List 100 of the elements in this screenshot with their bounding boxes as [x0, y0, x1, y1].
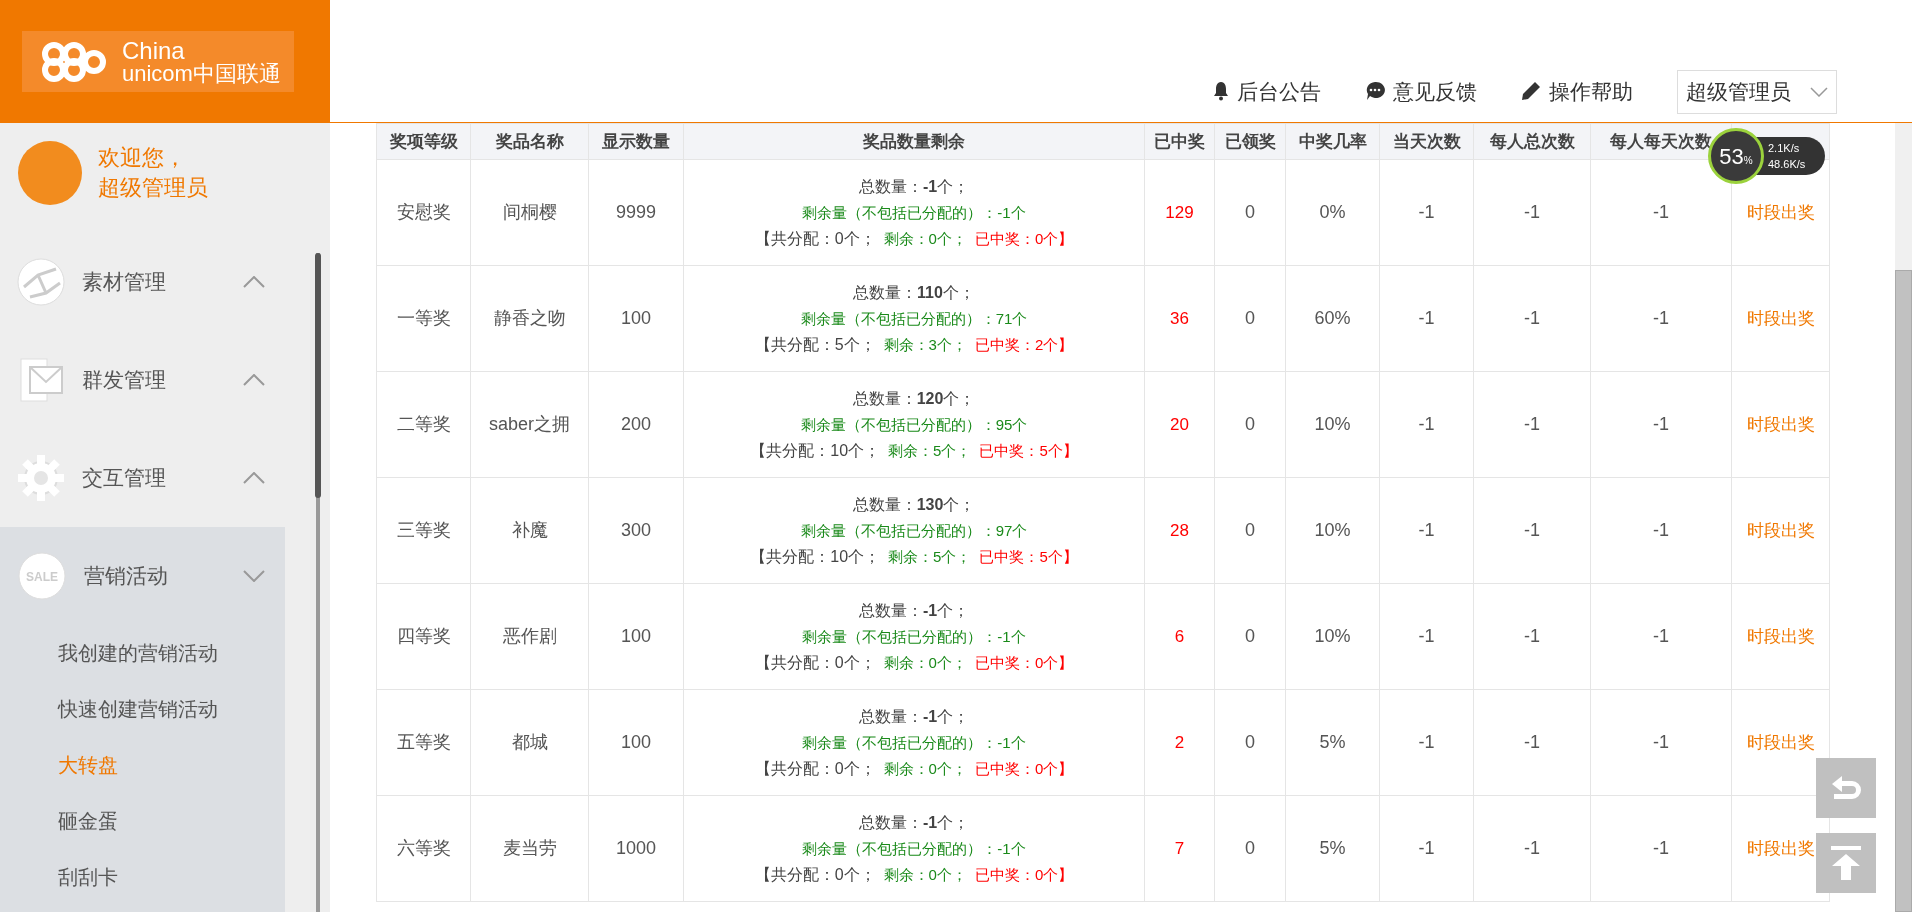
table-cell: 100 [620, 308, 651, 328]
nav-link[interactable]: 操作帮助 [1521, 75, 1633, 107]
allocated-remaining: 剩余：5个； [888, 440, 972, 461]
table-cell: 300 [620, 520, 651, 540]
quantity-total: 总数量：110个； [853, 282, 975, 303]
percent-unit: % [1743, 154, 1753, 168]
allocated-count: 【共分配：0个； [754, 652, 876, 673]
table-cell: 0 [1245, 520, 1255, 540]
table-cell: 5% [1319, 838, 1346, 858]
table-cell: -1 [1653, 838, 1669, 858]
quantity-total: 总数量：-1个； [858, 600, 970, 621]
logo-text: China [122, 38, 186, 63]
quantity-total: 总数量：-1个； [858, 176, 970, 197]
table-cell: 安慰奖 [396, 202, 451, 222]
chevron-up-icon [243, 472, 265, 484]
table-cell: -1 [1524, 202, 1540, 222]
user-dropdown[interactable]: 超级管理员 [1677, 70, 1837, 114]
table-cell: -1 [1418, 414, 1435, 434]
table-cell: 间桐樱 [502, 202, 557, 222]
table-cell: 10% [1314, 520, 1351, 540]
table-cell: saber之拥 [489, 414, 570, 434]
timed-draw-link[interactable]: 时段出奖 [1746, 733, 1815, 752]
column-header: 显示数量 [588, 123, 684, 160]
table-cell: 恶作剧 [502, 626, 557, 646]
allocated-remaining: 剩余：0个； [883, 228, 967, 249]
table-cell: -1 [1653, 626, 1669, 646]
submenu-item[interactable]: 我创建的营销活动 [0, 625, 285, 681]
table-cell: 1000 [615, 838, 656, 858]
back-to-top-button[interactable] [1816, 833, 1876, 893]
sidebar-scrollbar[interactable] [316, 253, 320, 912]
menu-item[interactable]: 素材管理 [0, 233, 285, 331]
timed-draw-link[interactable]: 时段出奖 [1746, 309, 1815, 328]
allocated-won: 已中奖：5个】 [979, 546, 1078, 567]
chevron-up-icon [243, 276, 265, 288]
table-cell: -1 [1653, 520, 1669, 540]
logo-text: unicom中国联通 [122, 62, 281, 85]
table-cell: 10% [1314, 626, 1351, 646]
allocated-won: 已中奖：0个】 [974, 228, 1074, 249]
table-cell: 20 [1170, 415, 1189, 434]
page-scrollbar[interactable] [1895, 123, 1912, 912]
submenu-item[interactable]: 刮刮卡 [0, 849, 285, 905]
nav-link[interactable]: 后台公告 [1213, 75, 1321, 107]
table-cell: 都城 [511, 732, 548, 752]
allocated-won: 已中奖：5个】 [979, 440, 1078, 461]
allocated-remaining: 剩余：0个； [883, 652, 967, 673]
timed-draw-link[interactable]: 时段出奖 [1746, 203, 1815, 222]
pencil-icon [1521, 81, 1541, 102]
table-cell: 二等奖 [396, 414, 451, 434]
timed-draw-link[interactable]: 时段出奖 [1746, 839, 1815, 858]
table-cell: -1 [1418, 626, 1435, 646]
menu-item[interactable]: 交互管理 [0, 429, 285, 527]
timed-draw-link[interactable]: 时段出奖 [1746, 627, 1815, 646]
timed-draw-link[interactable]: 时段出奖 [1746, 521, 1815, 540]
table-cell: -1 [1524, 732, 1540, 752]
welcome-text: 超级管理员 [98, 174, 208, 202]
allocated-remaining: 剩余：0个； [883, 864, 967, 885]
column-header: 奖品名称 [470, 123, 589, 160]
column-header: 奖品数量剩余 [683, 123, 1145, 160]
table-cell: -1 [1418, 308, 1435, 328]
nav-link[interactable]: 意见反馈 [1365, 75, 1477, 107]
table-cell: 0 [1245, 202, 1255, 222]
allocated-count: 【共分配：0个； [754, 758, 876, 779]
allocated-count: 【共分配：5个； [754, 334, 876, 355]
table-cell: 7 [1174, 839, 1185, 858]
allocated-won: 已中奖：0个】 [974, 652, 1074, 673]
allocated-count: 【共分配：0个； [754, 228, 876, 249]
table-cell: 10% [1314, 414, 1351, 434]
menu-item[interactable]: 群发管理 [0, 331, 285, 429]
quantity-remaining: 剩余量（不包括已分配的）：97个 [800, 520, 1028, 541]
submenu-item[interactable]: 砸金蛋 [0, 793, 285, 849]
quantity-total: 总数量：120个； [852, 388, 976, 409]
column-header: 中奖几率 [1285, 123, 1380, 160]
table-cell: 6 [1174, 627, 1185, 646]
table-cell: 补魔 [511, 520, 548, 540]
table-cell: 0 [1245, 838, 1255, 858]
back-button[interactable] [1816, 758, 1876, 818]
column-header: 已中奖 [1144, 123, 1215, 160]
table-cell: 100 [620, 626, 651, 646]
table-cell: 0 [1245, 626, 1255, 646]
column-header: 每人总次数 [1473, 123, 1591, 160]
allocated-won: 已中奖：2个】 [974, 334, 1074, 355]
quantity-remaining: 剩余量（不包括已分配的）：-1个 [802, 626, 1026, 647]
table-cell: 200 [620, 414, 651, 434]
timed-draw-link[interactable]: 时段出奖 [1746, 415, 1815, 434]
table-cell: 100 [620, 732, 651, 752]
table-cell: 0% [1319, 202, 1346, 222]
allocated-count: 【共分配：10个； [750, 440, 881, 461]
column-header: 当天次数 [1379, 123, 1474, 160]
submenu-item[interactable]: 快速创建营销活动 [0, 681, 285, 737]
allocated-remaining: 剩余：5个； [888, 546, 972, 567]
return-arrow-icon [1830, 774, 1862, 802]
table-cell: 2 [1174, 733, 1185, 752]
table-cell: -1 [1418, 202, 1435, 222]
upload-speed: 2.1K/s [1768, 141, 1801, 156]
table-cell: -1 [1653, 202, 1669, 222]
allocated-count: 【共分配：0个； [754, 864, 876, 885]
download-speed: 48.6K/s [1768, 157, 1807, 172]
chevron-down-icon [243, 570, 265, 582]
column-header: 已领奖 [1214, 123, 1286, 160]
table-cell: 麦当劳 [502, 838, 557, 858]
